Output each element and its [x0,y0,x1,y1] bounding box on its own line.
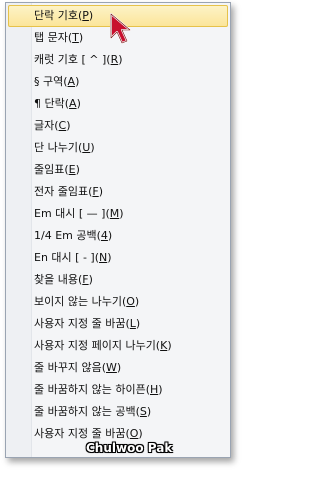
menu-item-label: 줄임표(E) [34,163,80,176]
menu-item-label: 사용자 지정 페이지 나누기(K) [34,339,172,352]
menu-item-column-break[interactable]: 단 나누기(U) [8,137,228,159]
menu-item-label: 줄 바꿈하지 않는 하이픈(H) [34,383,163,396]
menu-item-label: 전자 줄임표(F) [34,185,104,198]
menu-item-section[interactable]: § 구역(A) [8,71,228,93]
menu-item-label: 줄 바꾸지 않음(W) [34,361,122,374]
menu-item-caret[interactable]: 캐럿 기호 [ ^ ](R) [8,49,228,71]
menu-item-label: 보이지 않는 나누기(O) [34,295,140,308]
menu-item-paragraph[interactable]: ¶ 단락(A) [8,93,228,115]
menu-item-ellipsis[interactable]: 줄임표(E) [8,159,228,181]
menu-item-label: 단락 기호(P) [34,9,94,22]
menu-item-label: 캐럿 기호 [ ^ ](R) [34,53,123,66]
menu-item-character[interactable]: 글자(C) [8,115,228,137]
menu-item-find-what[interactable]: 찾을 내용(F) [8,269,228,291]
menu-item-nonbreaking-hyphen[interactable]: 줄 바꿈하지 않는 하이픈(H) [8,379,228,401]
menu-item-no-line-break[interactable]: 줄 바꾸지 않음(W) [8,357,228,379]
menu-item-invisible-break[interactable]: 보이지 않는 나누기(O) [8,291,228,313]
menu-item-quarter-em-space[interactable]: 1/4 Em 공백(4) [8,225,228,247]
menu-item-label: 사용자 지정 줄 바꿈(O) [34,427,143,440]
menu-item-label: 사용자 지정 줄 바꿈(L) [34,317,141,330]
menu-item-em-dash[interactable]: Em 대시 [ — ](M) [8,203,228,225]
menu-item-label: ¶ 단락(A) [34,97,81,110]
menu-item-custom-page-break[interactable]: 사용자 지정 페이지 나누기(K) [8,335,228,357]
menu-item-nonbreaking-space[interactable]: 줄 바꿈하지 않는 공백(S) [8,401,228,423]
menu-item-label: 탭 문자(T) [34,31,84,44]
menu-item-label: 찾을 내용(F) [34,273,93,286]
menu-item-label: 줄 바꿈하지 않는 공백(S) [34,405,152,418]
menu-item-label: Em 대시 [ — ](M) [34,207,124,220]
watermark: Chulwoo Pak [86,441,173,455]
context-menu: 단락 기호(P) 탭 문자(T) 캐럿 기호 [ ^ ](R) § 구역(A) … [5,2,231,458]
menu-item-custom-line-break[interactable]: 사용자 지정 줄 바꿈(L) [8,313,228,335]
menu-item-label: 1/4 Em 공백(4) [34,229,113,242]
menu-item-label: 글자(C) [34,119,71,132]
menu-item-label: 단 나누기(U) [34,141,95,154]
menu-item-label: § 구역(A) [34,75,80,88]
menu-item-full-ellipsis[interactable]: 전자 줄임표(F) [8,181,228,203]
menu-item-label: En 대시 [ - ](N) [34,251,112,264]
menu-item-en-dash[interactable]: En 대시 [ - ](N) [8,247,228,269]
mouse-pointer-icon [110,13,131,44]
